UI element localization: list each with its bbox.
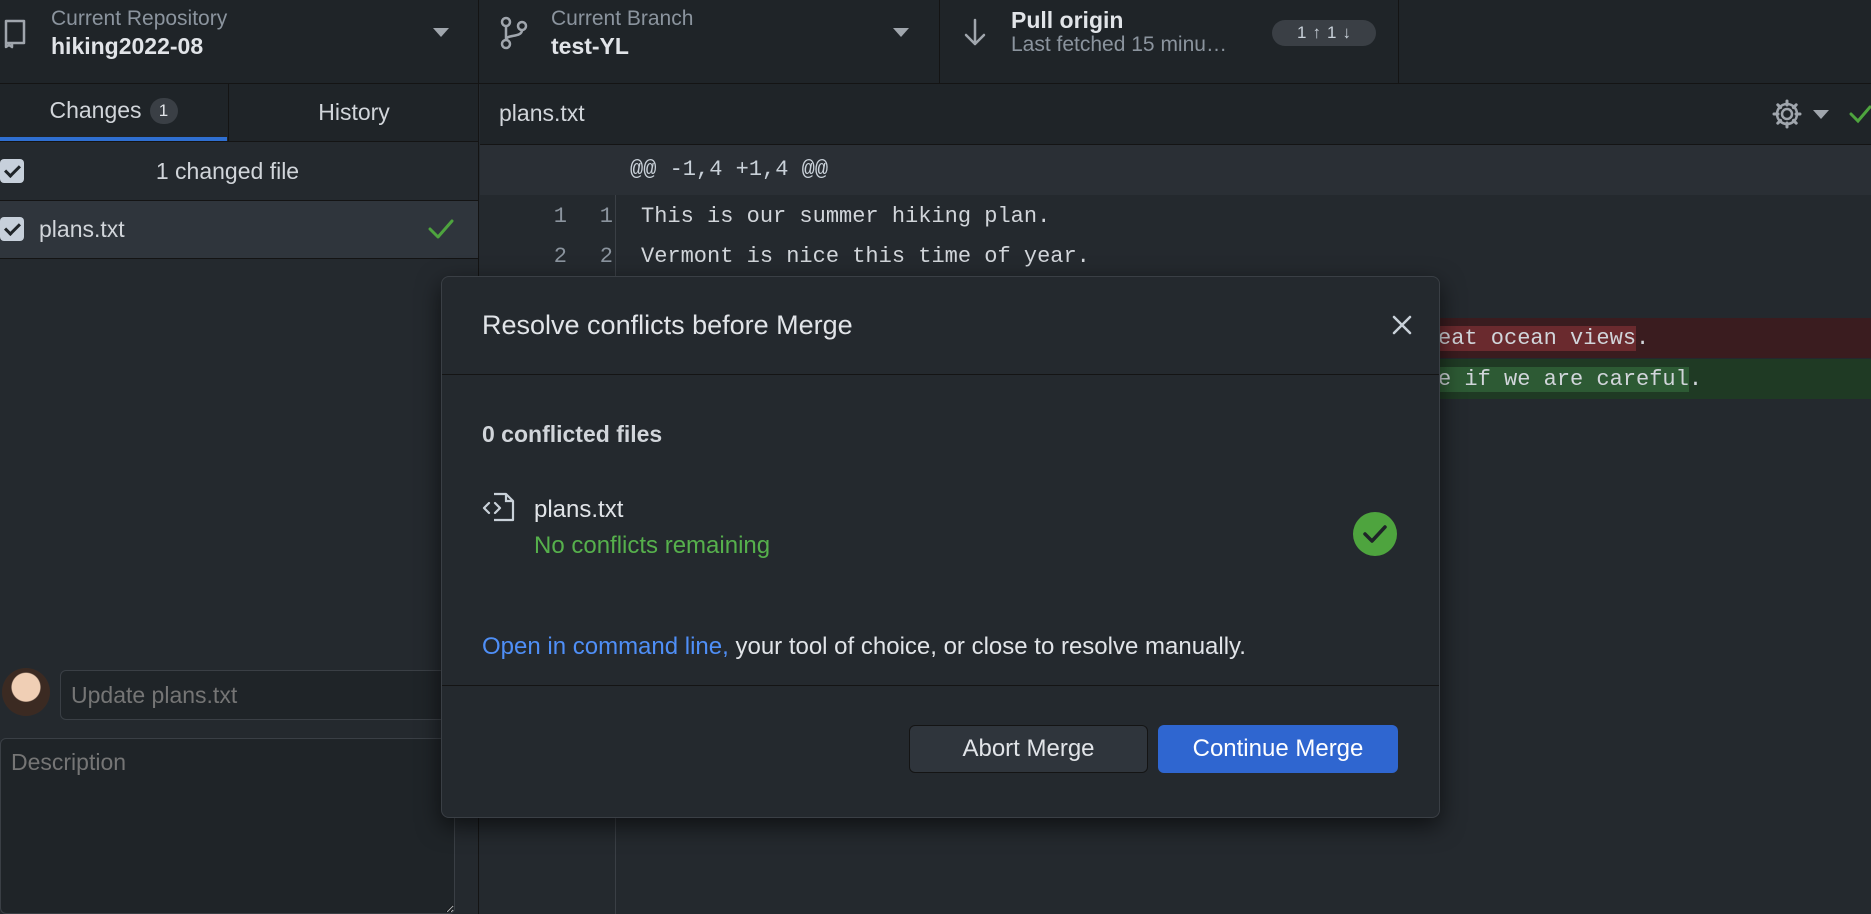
added-line-tail: e if we are careful. (1438, 367, 1702, 392)
sidebar-tabs: Changes 1 History (0, 84, 478, 142)
changed-files-header: 1 changed file (0, 143, 478, 201)
ahead-behind-badge: 1 ↑ 1 ↓ (1272, 20, 1376, 46)
help-text-rest: your tool of choice, or close to resolve… (728, 633, 1246, 660)
old-line-number: 2 (553, 244, 567, 269)
tab-history-label: History (318, 99, 390, 125)
added-tail-end: . (1688, 367, 1703, 392)
chevron-down-icon (893, 28, 909, 37)
tab-changes[interactable]: Changes 1 (0, 84, 227, 141)
new-line-number: 1 (599, 204, 613, 229)
conflicted-files-count: 0 conflicted files (482, 421, 663, 447)
changed-file-name: plans.txt (39, 216, 125, 242)
hunk-text: @@ -1,4 +1,4 @@ (630, 157, 829, 182)
diff-header: plans.txt (480, 84, 1871, 145)
new-line-number: 2 (599, 244, 613, 269)
chevron-down-icon (433, 28, 449, 37)
repository-selector[interactable]: Current Repository hiking2022-08 (0, 0, 479, 83)
check-icon (1849, 105, 1871, 124)
changes-count-badge: 1 (149, 97, 178, 124)
repository-title: Current Repository (51, 7, 228, 30)
added-highlight: e if we are careful (1438, 367, 1689, 392)
old-line-number: 1 (553, 204, 567, 229)
arrow-up-icon: ↑ (1312, 23, 1322, 42)
behind-count: 1 (1327, 23, 1337, 42)
file-checkbox[interactable] (0, 217, 24, 241)
continue-merge-button[interactable]: Continue Merge (1158, 725, 1398, 773)
divider (442, 374, 1439, 375)
last-fetched-text: Last fetched 15 minu… (1011, 33, 1227, 56)
arrow-down-icon (964, 18, 986, 46)
branch-icon (500, 16, 528, 50)
dialog-title: Resolve conflicts before Merge (482, 310, 853, 340)
removed-highlight: eat ocean views (1438, 326, 1637, 351)
tab-changes-label: Changes (49, 97, 142, 123)
check-icon (428, 219, 454, 239)
repository-name: hiking2022-08 (51, 33, 204, 59)
conflict-file-name: plans.txt (534, 496, 624, 523)
ahead-count: 1 (1297, 23, 1307, 42)
branch-name: test-YL (551, 33, 629, 59)
pull-title: Pull origin (1011, 7, 1124, 33)
changed-file-row[interactable]: plans.txt (0, 201, 478, 259)
branch-title: Current Branch (551, 7, 694, 30)
abort-merge-button[interactable]: Abort Merge (909, 725, 1148, 773)
help-text: Open in command line, your tool of choic… (482, 633, 1246, 661)
close-icon[interactable] (1388, 311, 1416, 339)
divider (442, 685, 1439, 686)
open-in-command-line-link[interactable]: Open in command line, (482, 633, 729, 660)
tab-history[interactable]: History (228, 84, 479, 141)
diff-line: 2 2 Vermont is nice this time of year. (480, 236, 1871, 276)
diff-line: 1 1 This is our summer hiking plan. (480, 196, 1871, 236)
line-text: This is our summer hiking plan. (641, 204, 1051, 229)
arrow-down-small-icon: ↓ (1342, 23, 1351, 42)
gear-icon[interactable] (1771, 98, 1803, 130)
diff-file-name: plans.txt (499, 100, 585, 126)
commit-description-input[interactable] (0, 738, 455, 914)
branch-selector[interactable]: Current Branch test-YL (478, 0, 940, 83)
conflict-file-status: No conflicts remaining (534, 532, 771, 559)
toolbar: Current Repository hiking2022-08 Current… (0, 0, 1871, 84)
changed-files-summary: 1 changed file (155, 158, 300, 184)
resolve-conflicts-dialog: Resolve conflicts before Merge 0 conflic… (441, 276, 1440, 818)
line-text: Vermont is nice this time of year. (641, 244, 1090, 269)
commit-summary-input[interactable] (60, 670, 490, 720)
file-code-icon (482, 492, 515, 522)
removed-line-tail: eat ocean views. (1438, 326, 1649, 351)
resolved-check-icon (1353, 512, 1397, 556)
diff-hunk-header: @@ -1,4 +1,4 @@ (480, 145, 1871, 195)
removed-tail-end: . (1636, 326, 1650, 351)
avatar (2, 668, 50, 716)
repo-icon (4, 19, 26, 49)
settings-caret-icon[interactable] (1813, 110, 1829, 119)
changes-sidebar: Changes 1 History 1 changed file plans.t… (0, 84, 490, 914)
